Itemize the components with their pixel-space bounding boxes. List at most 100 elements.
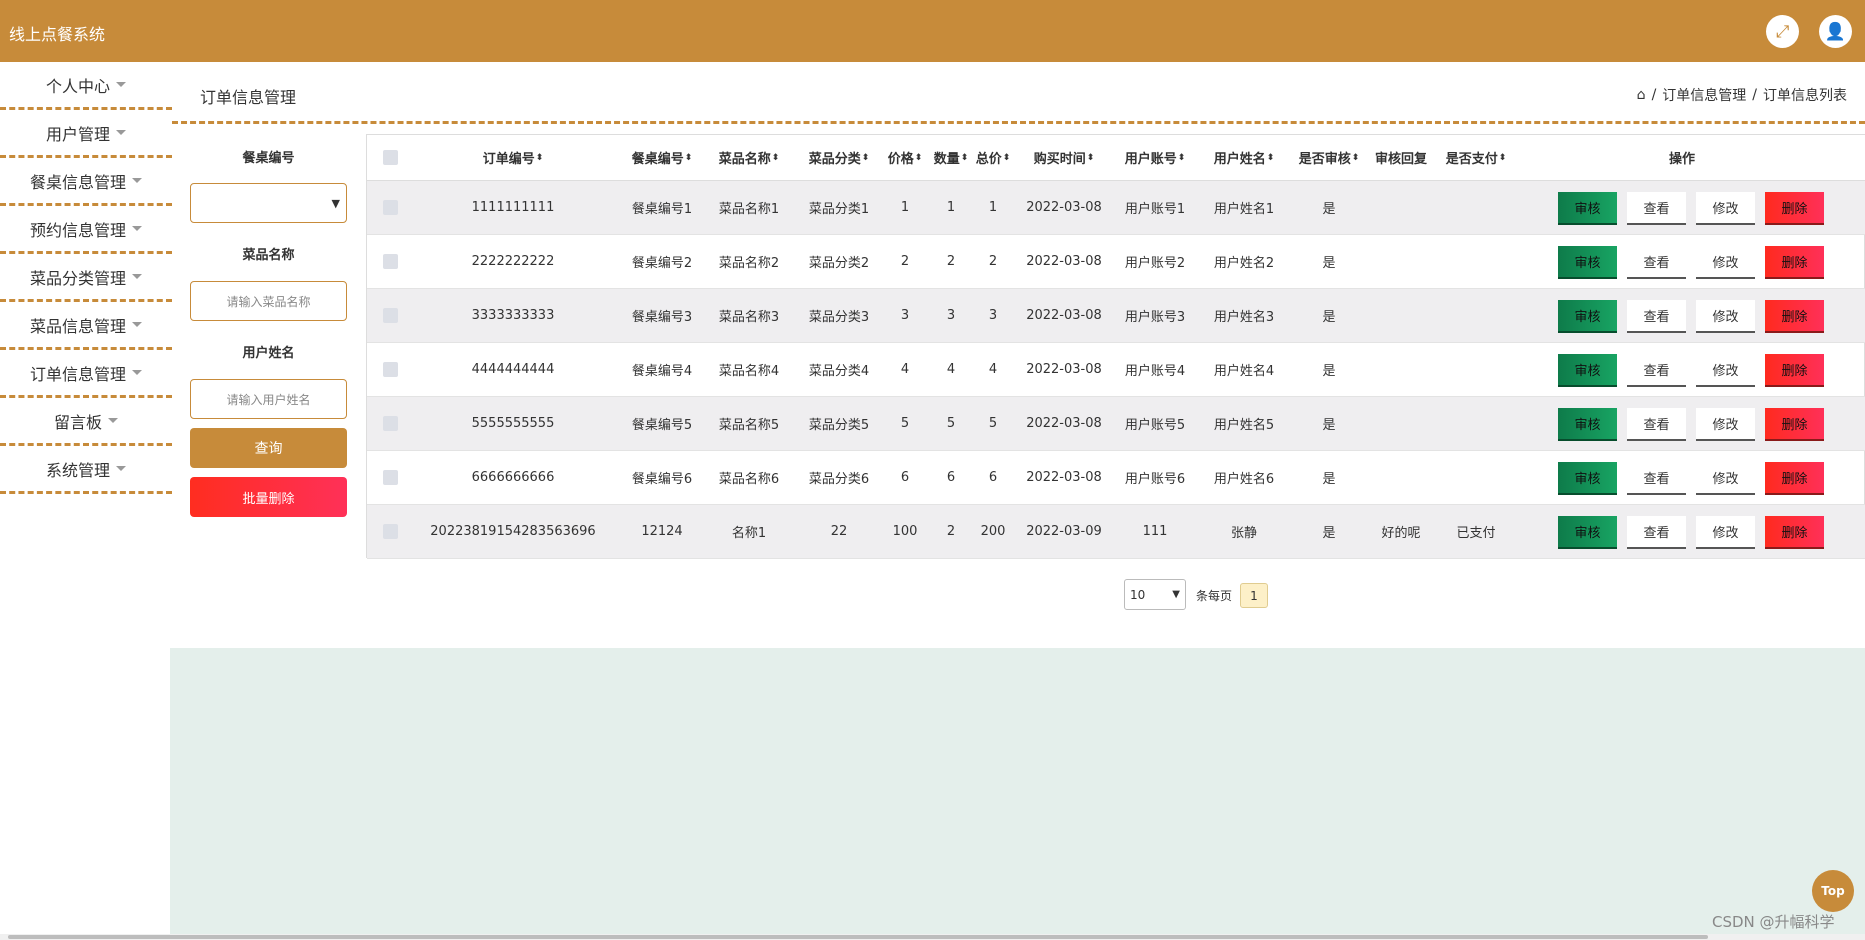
- sort-icon[interactable]: ⬍: [536, 153, 544, 163]
- sidebar-item[interactable]: 菜品信息管理: [0, 302, 172, 350]
- view-button[interactable]: 查看: [1627, 300, 1686, 333]
- column-header[interactable]: 餐桌编号 ⬍: [626, 135, 698, 180]
- delete-button[interactable]: 删除: [1765, 516, 1824, 549]
- table-cell: 用户账号1: [1124, 202, 1186, 217]
- query-button[interactable]: 查询: [190, 428, 347, 468]
- user-icon[interactable]: 👤: [1819, 15, 1852, 48]
- table-cell: 111: [1142, 524, 1168, 539]
- row-checkbox[interactable]: [382, 524, 398, 539]
- sidebar-item[interactable]: 用户管理: [0, 110, 172, 158]
- sort-icon[interactable]: ⬍: [1499, 153, 1507, 163]
- audit-button[interactable]: 审核: [1558, 246, 1617, 279]
- view-button[interactable]: 查看: [1627, 462, 1686, 495]
- column-header[interactable]: 购买时间 ⬍: [1013, 135, 1115, 180]
- audit-button[interactable]: 审核: [1558, 408, 1617, 441]
- edit-button[interactable]: 修改: [1696, 246, 1755, 279]
- user-name-input[interactable]: 请输入用户姓名: [190, 379, 347, 419]
- delete-button[interactable]: 删除: [1765, 300, 1824, 333]
- table-cell: 菜品分类2: [808, 256, 870, 271]
- audit-button[interactable]: 审核: [1558, 354, 1617, 387]
- sort-icon[interactable]: ⬍: [1003, 153, 1011, 163]
- select-all-checkbox[interactable]: [382, 150, 398, 165]
- view-button[interactable]: 查看: [1627, 246, 1686, 279]
- delete-button[interactable]: 删除: [1765, 462, 1824, 495]
- table-row[interactable]: 20223819154283563696 12124 名称1 22 100 2 200 202…: [367, 505, 1865, 559]
- table-row[interactable]: 6666666666 餐桌编号6 菜品名称6 菜品分类6 6 6 6 2022-03-08 用户…: [367, 451, 1865, 505]
- table-row[interactable]: 1111111111 餐桌编号1 菜品名称1 菜品分类1 1 1 1 2022-03-08 用户…: [367, 181, 1865, 235]
- view-button[interactable]: 查看: [1627, 408, 1686, 441]
- page-number-current[interactable]: 1: [1240, 583, 1268, 608]
- view-button[interactable]: 查看: [1627, 354, 1686, 387]
- row-checkbox[interactable]: [382, 308, 398, 323]
- audit-button[interactable]: 审核: [1558, 300, 1617, 333]
- row-checkbox[interactable]: [382, 470, 398, 485]
- bulk-delete-button[interactable]: 批量删除: [190, 477, 347, 517]
- sort-icon[interactable]: ⬍: [1352, 153, 1360, 163]
- table-cell: 餐桌编号5: [631, 418, 693, 433]
- sort-icon[interactable]: ⬍: [915, 153, 923, 163]
- edit-button[interactable]: 修改: [1696, 192, 1755, 225]
- back-to-top-button[interactable]: Top: [1812, 870, 1854, 912]
- sidebar-item-label: 系统管理: [45, 460, 110, 480]
- sort-icon[interactable]: ⬍: [1087, 153, 1095, 163]
- column-header[interactable]: 菜品名称 ⬍: [710, 135, 788, 180]
- sidebar: 个人中心 用户管理 餐桌信息管理 预约信息管理 菜品分类管理 菜品信息管理 订单信息管理 留言…: [0, 62, 172, 940]
- edit-button[interactable]: 修改: [1696, 300, 1755, 333]
- page-size-select[interactable]: 10 ▼: [1124, 579, 1186, 610]
- edit-button[interactable]: 修改: [1696, 516, 1755, 549]
- table-cell: 5: [988, 416, 998, 431]
- horizontal-scrollbar[interactable]: [0, 934, 1865, 940]
- row-checkbox[interactable]: [382, 362, 398, 377]
- table-cell: 3: [900, 308, 910, 323]
- edit-button[interactable]: 修改: [1696, 462, 1755, 495]
- column-header[interactable]: 是否审核 ⬍: [1296, 135, 1362, 180]
- edit-button[interactable]: 修改: [1696, 408, 1755, 441]
- table-cell: [1363, 397, 1439, 450]
- table-row[interactable]: 3333333333 餐桌编号3 菜品名称3 菜品分类3 3 3 3 2022-03-08 用户…: [367, 289, 1865, 343]
- sort-icon[interactable]: ⬍: [1178, 153, 1186, 163]
- row-checkbox[interactable]: [382, 254, 398, 269]
- sidebar-item[interactable]: 个人中心: [0, 62, 172, 110]
- audit-button[interactable]: 审核: [1558, 516, 1617, 549]
- audit-button[interactable]: 审核: [1558, 462, 1617, 495]
- fullscreen-icon[interactable]: ⤢: [1766, 15, 1799, 48]
- sort-icon[interactable]: ⬍: [772, 153, 780, 163]
- scroll-thumb[interactable]: [8, 935, 1708, 939]
- audit-button[interactable]: 审核: [1558, 192, 1617, 225]
- table-row[interactable]: 5555555555 餐桌编号5 菜品名称5 菜品分类5 5 5 5 2022-03-08 用户…: [367, 397, 1865, 451]
- delete-button[interactable]: 删除: [1765, 246, 1824, 279]
- column-header[interactable]: 总价 ⬍: [973, 135, 1013, 180]
- edit-button[interactable]: 修改: [1696, 354, 1755, 387]
- delete-button[interactable]: 删除: [1765, 354, 1824, 387]
- sidebar-item[interactable]: 系统管理: [0, 446, 172, 494]
- column-header[interactable]: 用户姓名 ⬍: [1205, 135, 1283, 180]
- view-button[interactable]: 查看: [1627, 192, 1686, 225]
- column-header[interactable]: 菜品分类 ⬍: [800, 135, 878, 180]
- delete-button[interactable]: 删除: [1765, 408, 1824, 441]
- dish-name-input[interactable]: 请输入菜品名称: [190, 281, 347, 321]
- sort-icon[interactable]: ⬍: [862, 153, 870, 163]
- sidebar-item[interactable]: 餐桌信息管理: [0, 158, 172, 206]
- column-header[interactable]: 价格 ⬍: [886, 135, 924, 180]
- sort-icon[interactable]: ⬍: [961, 153, 969, 163]
- column-header[interactable]: 用户账号 ⬍: [1116, 135, 1194, 180]
- table-row[interactable]: 2222222222 餐桌编号2 菜品名称2 菜品分类2 2 2 2 2022-03-08 用户…: [367, 235, 1865, 289]
- row-checkbox[interactable]: [382, 416, 398, 431]
- breadcrumb-item[interactable]: 订单信息管理: [1662, 85, 1746, 105]
- sidebar-item[interactable]: 预约信息管理: [0, 206, 172, 254]
- column-header[interactable]: 数量 ⬍: [934, 135, 969, 180]
- table-number-select[interactable]: ▼: [190, 183, 347, 223]
- sidebar-item[interactable]: 订单信息管理: [0, 350, 172, 398]
- delete-button[interactable]: 删除: [1765, 192, 1824, 225]
- table-cell: [1363, 451, 1439, 504]
- sort-icon[interactable]: ⬍: [685, 153, 693, 163]
- home-icon[interactable]: ⌂: [1637, 87, 1646, 103]
- sidebar-item[interactable]: 留言板: [0, 398, 172, 446]
- table-cell: 2: [900, 254, 910, 269]
- sort-icon[interactable]: ⬍: [1267, 153, 1275, 163]
- row-checkbox[interactable]: [382, 200, 398, 215]
- sidebar-item[interactable]: 菜品分类管理: [0, 254, 172, 302]
- view-button[interactable]: 查看: [1627, 516, 1686, 549]
- table-row[interactable]: 4444444444 餐桌编号4 菜品名称4 菜品分类4 4 4 4 2022-03-08 用户…: [367, 343, 1865, 397]
- column-header[interactable]: 订单编号 ⬍: [418, 135, 608, 180]
